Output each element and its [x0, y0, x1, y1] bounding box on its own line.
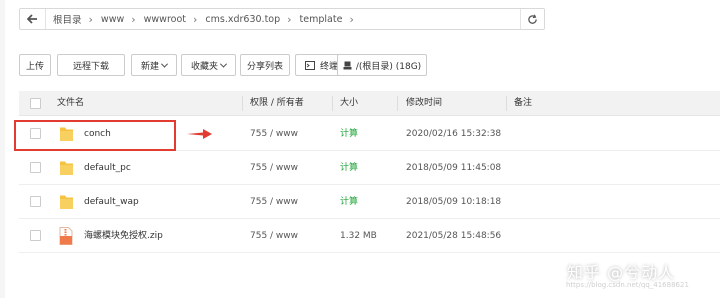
- remote-download-button[interactable]: 远程下载: [57, 54, 125, 76]
- upload-button[interactable]: 上传: [19, 54, 51, 76]
- header-filename[interactable]: 文件名: [57, 91, 84, 116]
- arrow-left-icon: [27, 14, 37, 24]
- breadcrumb-item-wwwroot[interactable]: wwwroot: [144, 14, 186, 25]
- header-note: 备注: [514, 98, 533, 108]
- disk-icon: [343, 61, 352, 69]
- file-name[interactable]: default_pc: [84, 151, 131, 185]
- table-row[interactable]: default_wap 755 / www 计算 2018/05/09 10:1…: [19, 185, 720, 219]
- disk-button[interactable]: /(根目录) (18G): [337, 54, 427, 76]
- refresh-button[interactable]: [520, 9, 544, 29]
- chevron-right-icon: ›: [287, 12, 292, 26]
- terminal-label: 终端: [319, 61, 338, 72]
- zip-file-icon: [59, 227, 73, 245]
- chevron-down-icon: [160, 60, 169, 68]
- column-divider: [242, 96, 243, 111]
- row-checkbox[interactable]: [30, 196, 41, 207]
- remote-download-label: 远程下载: [72, 61, 109, 72]
- folder-icon: [60, 161, 73, 175]
- upload-label: 上传: [25, 61, 44, 72]
- breadcrumb-item-site[interactable]: cms.xdr630.top: [205, 14, 280, 25]
- favorites-label: 收藏夹: [190, 61, 218, 72]
- share-list-button[interactable]: 分享列表: [240, 54, 290, 76]
- column-divider: [332, 96, 333, 111]
- refresh-icon: [528, 13, 537, 24]
- file-size: 1.32 MB: [340, 231, 377, 241]
- file-modified: 2018/05/09 10:18:18: [406, 197, 502, 207]
- table-row[interactable]: 海螺模块免授权.zip 755 / www 1.32 MB 2021/05/28…: [19, 219, 720, 253]
- chevron-down-icon: [219, 60, 228, 68]
- breadcrumb-item-root[interactable]: 根目录: [53, 12, 82, 26]
- page-left-edge: [0, 0, 5, 298]
- column-divider: [397, 96, 398, 111]
- breadcrumb-item-template[interactable]: template: [300, 14, 343, 25]
- breadcrumb-item-www[interactable]: www: [101, 14, 124, 25]
- new-label: 新建: [140, 61, 159, 72]
- chevron-right-icon: ›: [131, 12, 136, 26]
- file-permissions[interactable]: 755 / www: [250, 185, 298, 219]
- file-size-calc[interactable]: 计算: [340, 151, 358, 185]
- terminal-icon: [304, 60, 315, 70]
- chevron-right-icon: ›: [88, 12, 93, 26]
- watermark-url: https://blog.csdn.net/qq_41688621: [566, 281, 689, 289]
- row-checkbox[interactable]: [30, 230, 41, 241]
- highlight-box: [14, 120, 176, 151]
- chevron-right-icon: ›: [349, 12, 354, 26]
- row-checkbox[interactable]: [30, 162, 41, 173]
- header-permissions[interactable]: 权限 / 所有者: [250, 91, 304, 116]
- file-modified: 2021/05/28 15:48:56: [406, 231, 502, 241]
- column-divider: [506, 96, 507, 111]
- header-size[interactable]: 大小: [340, 91, 358, 116]
- chevron-right-icon: ›: [193, 12, 198, 26]
- file-permissions[interactable]: 755 / www: [250, 117, 298, 151]
- file-modified: 2018/05/09 11:45:08: [406, 163, 502, 173]
- file-size-calc[interactable]: 计算: [340, 117, 358, 151]
- share-list-label: 分享列表: [246, 61, 283, 72]
- back-button[interactable]: [20, 9, 46, 29]
- file-permissions[interactable]: 755 / www: [250, 219, 298, 253]
- table-header: 文件名 权限 / 所有者 大小 修改时间 备注: [19, 91, 720, 116]
- folder-icon: [60, 195, 73, 209]
- file-permissions[interactable]: 755 / www: [250, 151, 298, 185]
- select-all-checkbox[interactable]: [30, 98, 41, 109]
- header-modified[interactable]: 修改时间: [406, 91, 442, 116]
- file-name[interactable]: default_wap: [84, 185, 139, 219]
- path-bar[interactable]: 根目录 › www › wwwroot › cms.xdr630.top › t…: [19, 8, 545, 30]
- disk-label: /(根目录) (18G): [355, 61, 422, 72]
- watermark: 知乎 @兮动人: [567, 263, 676, 282]
- breadcrumb: 根目录 › www › wwwroot › cms.xdr630.top › t…: [53, 9, 362, 29]
- file-size-calc[interactable]: 计算: [340, 185, 358, 219]
- new-dropdown-button[interactable]: 新建: [131, 54, 177, 76]
- arrow-right-icon: [187, 129, 212, 139]
- favorites-dropdown-button[interactable]: 收藏夹: [181, 54, 236, 76]
- table-row[interactable]: default_pc 755 / www 计算 2018/05/09 11:45…: [19, 151, 720, 185]
- file-modified: 2020/02/16 15:32:38: [406, 129, 502, 139]
- file-name[interactable]: 海螺模块免授权.zip: [84, 219, 163, 253]
